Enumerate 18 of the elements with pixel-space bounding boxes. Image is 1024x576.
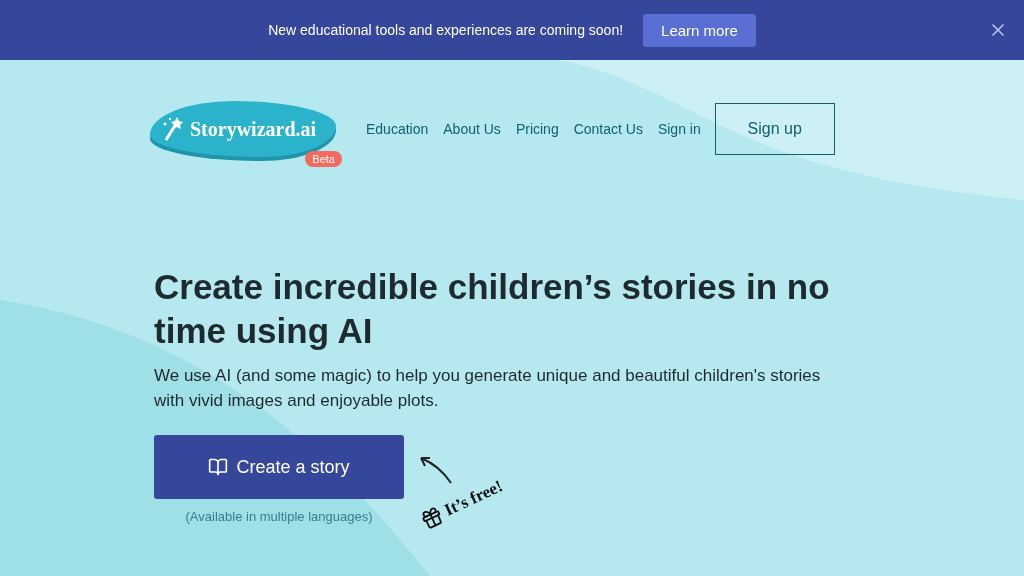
sign-up-button[interactable]: Sign up [714, 103, 835, 155]
nav-link[interactable]: Sign in [657, 121, 701, 137]
nav-link[interactable]: Pricing [515, 121, 559, 137]
nav-link[interactable]: Contact Us [573, 121, 643, 137]
announcement-text: New educational tools and experiences are coming soon! [268, 22, 624, 38]
free-note: It’s free! [441, 476, 506, 521]
magic-wand-icon [162, 116, 184, 142]
beta-badge: Beta [305, 151, 342, 167]
languages-caption: (Available in multiple languages) [185, 509, 373, 524]
book-icon [208, 457, 229, 477]
learn-more-button[interactable]: Learn more [643, 13, 756, 47]
logo-text: Storywizard.ai [190, 117, 317, 141]
nav-link[interactable]: About Us [443, 121, 501, 137]
hero-title: Create incredible children’s stories in no time using AI [154, 266, 831, 352]
arrow-icon [418, 455, 454, 485]
hero-subtitle: We use AI (and some magic) to help you generate unique and beautiful children's stories with vivid images and enjoyable plots. [154, 365, 822, 412]
nav-link[interactable]: Education [366, 121, 429, 137]
create-story-button[interactable]: Create a story [154, 435, 404, 499]
